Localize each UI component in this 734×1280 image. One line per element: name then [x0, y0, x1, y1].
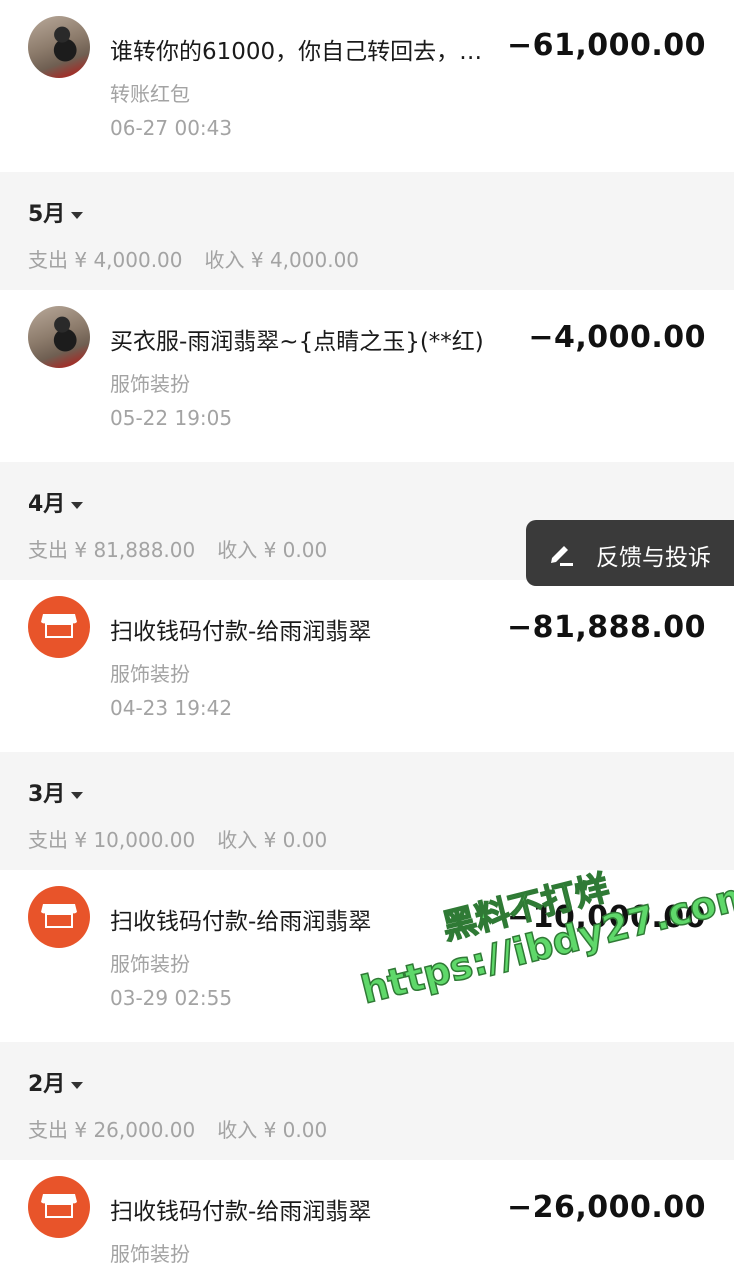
transaction-amount: −61,000.00: [506, 28, 706, 63]
month-label: 5月: [28, 202, 66, 227]
transaction-time: 05-22 19:05: [110, 406, 233, 430]
transaction-title: 扫收钱码付款-给雨润翡翠: [110, 619, 372, 645]
transaction-row[interactable]: 扫收钱码付款-给雨润翡翠 服饰装扮 03-29 02:55 −10,000.00: [0, 870, 734, 1042]
transaction-time: 03-29 02:55: [110, 986, 233, 1010]
month-income: 收入 ¥ 0.00: [217, 828, 328, 852]
month-expense: 支出 ¥ 4,000.00: [28, 248, 183, 272]
transaction-category: 服饰装扮: [110, 372, 190, 396]
month-label: 3月: [28, 782, 66, 807]
transaction-title: 扫收钱码付款-给雨润翡翠: [110, 1199, 372, 1225]
transaction-row[interactable]: 扫收钱码付款-给雨润翡翠 服饰装扮 −26,000.00: [0, 1160, 734, 1280]
caret-down-icon: [71, 501, 84, 509]
transaction-time: 04-23 19:42: [110, 696, 233, 720]
month-summary: 支出 ¥ 26,000.00 收入 ¥ 0.00: [28, 1114, 327, 1143]
transaction-amount: −26,000.00: [506, 1190, 706, 1225]
month-expense: 支出 ¥ 81,888.00: [28, 538, 196, 562]
transaction-amount: −81,888.00: [506, 610, 706, 645]
month-header: 3月 支出 ¥ 10,000.00 收入 ¥ 0.00: [0, 752, 734, 870]
month-summary: 支出 ¥ 81,888.00 收入 ¥ 0.00: [28, 534, 327, 563]
month-selector[interactable]: 2月: [28, 1066, 84, 1098]
feedback-button[interactable]: 反馈与投诉: [526, 520, 734, 586]
month-income: 收入 ¥ 0.00: [217, 538, 328, 562]
transaction-category: 服饰装扮: [110, 952, 190, 976]
transaction-title: 扫收钱码付款-给雨润翡翠: [110, 909, 372, 935]
edit-icon: [546, 538, 576, 572]
month-summary: 支出 ¥ 10,000.00 收入 ¥ 0.00: [28, 824, 327, 853]
caret-down-icon: [71, 791, 84, 799]
caret-down-icon: [71, 211, 84, 219]
transaction-row[interactable]: 谁转你的61000，你自己转回去，… 转账红包 06-27 00:43 −61,…: [0, 0, 734, 172]
transaction-amount: −4,000.00: [528, 320, 706, 355]
transaction-row[interactable]: 扫收钱码付款-给雨润翡翠 服饰装扮 04-23 19:42 −81,888.00: [0, 580, 734, 752]
month-selector[interactable]: 3月: [28, 776, 84, 808]
avatar: [28, 306, 90, 368]
month-selector[interactable]: 4月: [28, 486, 84, 518]
month-income: 收入 ¥ 4,000.00: [204, 248, 360, 272]
month-expense: 支出 ¥ 26,000.00: [28, 1118, 196, 1142]
month-expense: 支出 ¥ 10,000.00: [28, 828, 196, 852]
shop-icon: [28, 596, 90, 658]
transaction-category: 服饰装扮: [110, 1242, 190, 1266]
shop-icon: [28, 886, 90, 948]
month-label: 2月: [28, 1072, 66, 1097]
month-income: 收入 ¥ 0.00: [217, 1118, 328, 1142]
shop-icon: [28, 1176, 90, 1238]
transaction-title: 谁转你的61000，你自己转回去，…: [110, 39, 483, 65]
month-header: 5月 支出 ¥ 4,000.00 收入 ¥ 4,000.00: [0, 172, 734, 290]
transaction-time: 06-27 00:43: [110, 116, 233, 140]
transaction-category: 服饰装扮: [110, 662, 190, 686]
transaction-title: 买衣服-雨润翡翠~{点睛之玉}(**红): [110, 329, 484, 355]
avatar: [28, 16, 90, 78]
month-header: 2月 支出 ¥ 26,000.00 收入 ¥ 0.00: [0, 1042, 734, 1160]
month-label: 4月: [28, 492, 66, 517]
month-summary: 支出 ¥ 4,000.00 收入 ¥ 4,000.00: [28, 244, 359, 273]
transaction-category: 转账红包: [110, 82, 190, 106]
feedback-label: 反馈与投诉: [596, 545, 711, 571]
caret-down-icon: [71, 1081, 84, 1089]
transaction-row[interactable]: 买衣服-雨润翡翠~{点睛之玉}(**红) 服饰装扮 05-22 19:05 −4…: [0, 290, 734, 462]
month-selector[interactable]: 5月: [28, 196, 84, 228]
transaction-amount: −10,000.00: [506, 900, 706, 935]
